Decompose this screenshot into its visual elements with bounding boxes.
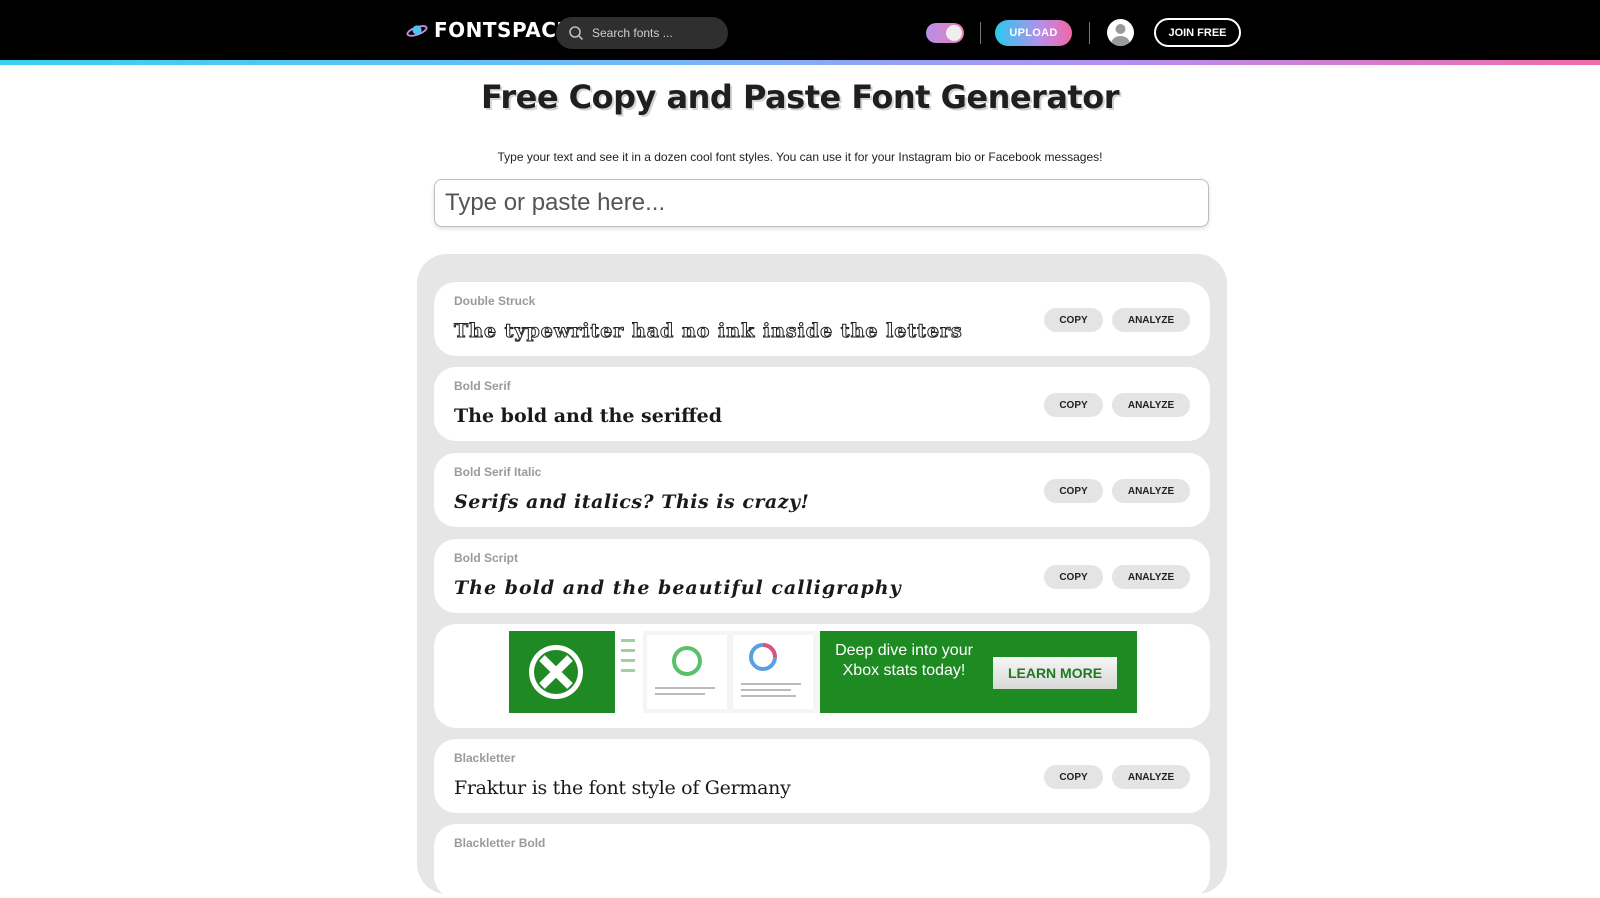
page-title: Free Copy and Paste Font Generator bbox=[481, 78, 1119, 116]
page-subtitle: Type your text and see it in a dozen coo… bbox=[497, 150, 1103, 164]
style-sample: The bold and the seriffed bbox=[454, 405, 723, 427]
font-style-card: Bold Serif The bold and the seriffed COP… bbox=[434, 367, 1210, 441]
style-name: Blackletter bbox=[454, 751, 516, 765]
ad-logo-area bbox=[509, 631, 615, 713]
font-style-card: Bold Script The bold and the beautiful c… bbox=[434, 539, 1210, 613]
search-box[interactable] bbox=[556, 17, 728, 49]
xbox-ad-banner[interactable]: Deep dive into your Xbox stats today! LE… bbox=[509, 631, 1137, 713]
style-name: Bold Serif bbox=[454, 379, 511, 393]
style-name: Bold Serif Italic bbox=[454, 465, 542, 479]
learn-more-button[interactable]: LEARN MORE bbox=[993, 657, 1117, 689]
xbox-logo-icon bbox=[529, 645, 583, 699]
font-style-card: Blackletter Bold bbox=[434, 824, 1210, 898]
ad-text: Deep dive into your Xbox stats today! bbox=[835, 642, 973, 679]
top-navbar bbox=[0, 0, 1600, 62]
logo-text: FONTSPACE bbox=[434, 18, 571, 42]
user-avatar-icon[interactable] bbox=[1107, 19, 1134, 46]
user-silhouette-icon bbox=[1111, 24, 1130, 46]
analyze-button[interactable]: ANALYZE bbox=[1112, 565, 1190, 589]
fontspace-logo[interactable]: FONTSPACE bbox=[406, 18, 571, 42]
ad-screenshot-image bbox=[615, 631, 820, 713]
upload-button[interactable]: UPLOAD bbox=[995, 20, 1072, 46]
copy-button[interactable]: COPY bbox=[1044, 393, 1103, 417]
brand-gradient-bar bbox=[0, 60, 1600, 65]
font-style-card: Blackletter Fraktur is the font style of… bbox=[434, 739, 1210, 813]
nav-divider bbox=[980, 22, 981, 44]
style-name: Double Struck bbox=[454, 294, 536, 308]
planet-logo-icon bbox=[406, 25, 428, 37]
style-sample: Serifs and italics? This is crazy! bbox=[454, 491, 810, 513]
style-sample: The typewriter had no ink inside the let… bbox=[454, 320, 963, 343]
join-free-button[interactable]: JOIN FREE bbox=[1154, 18, 1241, 47]
analyze-button[interactable]: ANALYZE bbox=[1112, 479, 1190, 503]
style-name: Bold Script bbox=[454, 551, 519, 565]
theme-toggle[interactable] bbox=[926, 23, 964, 43]
copy-button[interactable]: COPY bbox=[1044, 765, 1103, 789]
font-style-card: Bold Serif Italic Serifs and italics? Th… bbox=[434, 453, 1210, 527]
analyze-button[interactable]: ANALYZE bbox=[1112, 393, 1190, 417]
font-style-card: Double Struck The typewriter had no ink … bbox=[434, 282, 1210, 356]
copy-button[interactable]: COPY bbox=[1044, 479, 1103, 503]
text-input-field[interactable] bbox=[434, 179, 1209, 227]
analyze-button[interactable]: ANALYZE bbox=[1112, 308, 1190, 332]
analyze-button[interactable]: ANALYZE bbox=[1112, 765, 1190, 789]
style-sample: Fraktur is the font style of Germany bbox=[454, 777, 791, 799]
search-input[interactable] bbox=[592, 26, 712, 40]
copy-button[interactable]: COPY bbox=[1044, 308, 1103, 332]
stats-dashboard-icon bbox=[615, 631, 813, 713]
toggle-knob bbox=[946, 25, 962, 41]
style-sample: The bold and the beautiful calligraphy bbox=[454, 577, 902, 599]
style-name: Blackletter Bold bbox=[454, 836, 546, 850]
search-icon bbox=[569, 26, 584, 41]
ad-card: Deep dive into your Xbox stats today! LE… bbox=[434, 624, 1210, 728]
copy-button[interactable]: COPY bbox=[1044, 565, 1103, 589]
nav-divider bbox=[1089, 22, 1090, 44]
